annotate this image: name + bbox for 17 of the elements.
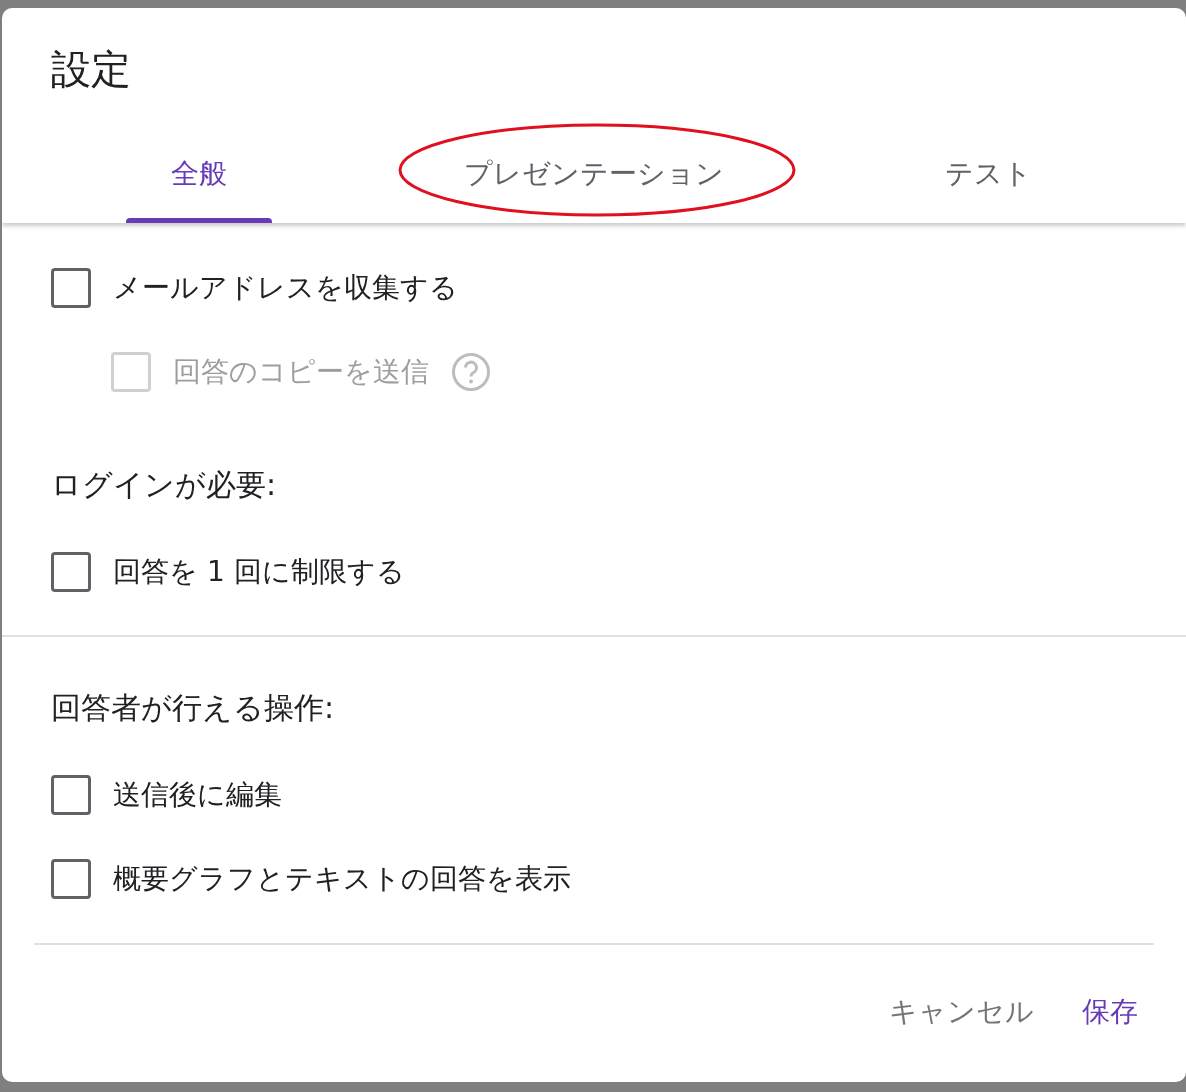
checkbox-label: メールアドレスを収集する — [113, 270, 458, 306]
checkbox-label: 回答を 1 回に制限する — [113, 554, 405, 590]
checkbox[interactable] — [51, 859, 91, 899]
dialog-button[interactable]: キャンセル — [889, 991, 1034, 1033]
tab[interactable]: 全般 — [167, 135, 232, 223]
section-heading: 回答者が行える操作: — [51, 688, 335, 727]
section-heading: ログインが必要: — [51, 465, 277, 504]
checkbox[interactable] — [51, 552, 91, 592]
tab[interactable]: テスト — [941, 135, 1037, 223]
checkbox-label: 回答のコピーを送信 — [173, 354, 429, 390]
checkbox[interactable] — [51, 268, 91, 308]
checkbox[interactable] — [51, 775, 91, 815]
dialog-title: 設定 — [51, 44, 131, 94]
checkbox-label: 送信後に編集 — [113, 777, 282, 813]
checkbox-label: 概要グラフとテキストの回答を表示 — [113, 861, 571, 897]
dialog-button[interactable]: 保存 — [1082, 991, 1138, 1033]
tab[interactable]: プレゼンテーション — [460, 135, 728, 223]
